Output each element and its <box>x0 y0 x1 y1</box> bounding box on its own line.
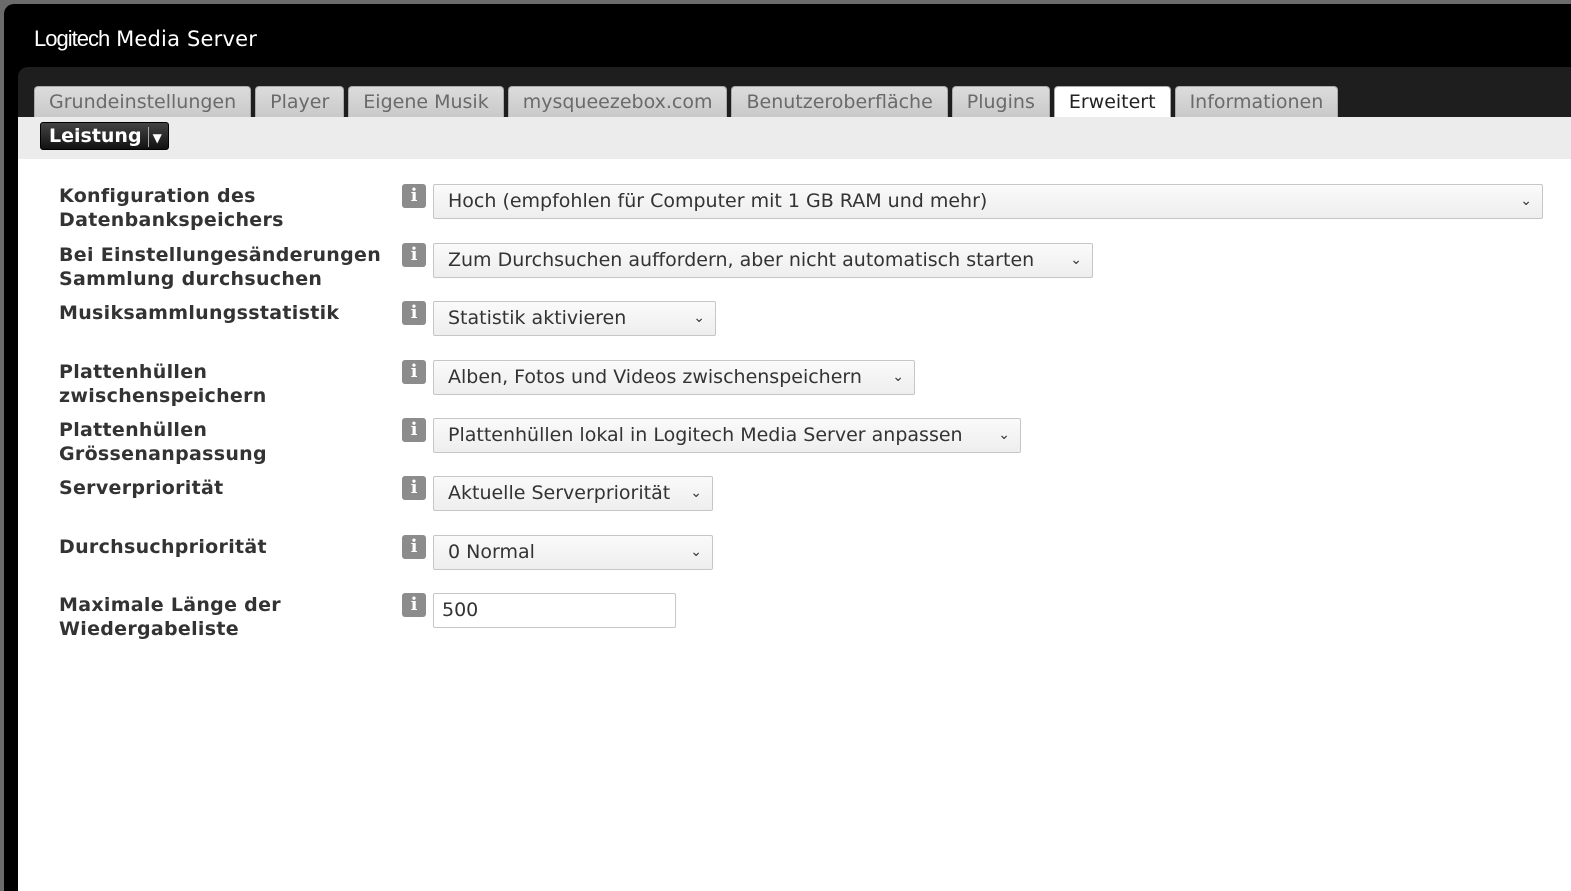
label-line: Maximale Länge der <box>59 594 281 616</box>
rescan-select[interactable]: Zum Durchsuchen auffordern, aber nicht a… <box>433 243 1093 278</box>
logitech-logo: Logitech <box>34 26 110 51</box>
setting-label: Serverpriorität <box>59 476 399 500</box>
tab-eigene-musik[interactable]: Eigene Musik <box>348 86 504 117</box>
server-priority-select[interactable]: Aktuelle Serverpriorität ⌄ <box>433 476 713 511</box>
artwork-resize-select[interactable]: Plattenhüllen lokal in Logitech Media Se… <box>433 418 1021 453</box>
chevron-down-icon: ⌄ <box>693 310 705 326</box>
select-value: Alben, Fotos und Videos zwischenspeicher… <box>448 366 862 388</box>
select-value: Hoch (empfohlen für Computer mit 1 GB RA… <box>448 190 988 212</box>
setting-label: Bei Einstellungesänderungen Sammlung dur… <box>59 243 399 291</box>
label-line: Plattenhüllen <box>59 361 208 383</box>
label-line: Serverpriorität <box>59 477 224 499</box>
tab-player[interactable]: Player <box>255 86 345 117</box>
label-line: Konfiguration des <box>59 185 256 207</box>
subpage-dropdown-button[interactable]: Leistung ▼ <box>40 122 169 150</box>
chevron-down-icon: ⌄ <box>998 427 1010 443</box>
info-icon[interactable]: i <box>402 476 426 500</box>
label-line: zwischenspeichern <box>59 385 267 407</box>
setting-label: Plattenhüllen Grössenanpassung <box>59 418 399 466</box>
select-value: Zum Durchsuchen auffordern, aber nicht a… <box>448 249 1035 271</box>
setting-label: Maximale Länge der Wiedergabeliste <box>59 593 399 641</box>
select-value: 0 Normal <box>448 541 535 563</box>
window-frame: Logitech Media Server Grundeinstellungen… <box>4 4 1571 891</box>
info-icon[interactable]: i <box>402 360 426 384</box>
info-icon[interactable]: i <box>402 418 426 442</box>
label-line: Durchsuchpriorität <box>59 536 267 558</box>
statistics-select[interactable]: Statistik aktivieren ⌄ <box>433 301 716 336</box>
app-title: Logitech Media Server <box>34 26 257 52</box>
label-line: Plattenhüllen <box>59 419 208 441</box>
label-line: Wiedergabeliste <box>59 618 239 640</box>
info-icon[interactable]: i <box>402 301 426 325</box>
chevron-down-icon: ⌄ <box>1070 252 1082 268</box>
info-icon[interactable]: i <box>402 593 426 617</box>
info-icon[interactable]: i <box>402 243 426 267</box>
chevron-down-icon: ⌄ <box>892 369 904 385</box>
setting-label: Konfiguration des Datenbankspeichers <box>59 184 399 232</box>
tab-bar: Grundeinstellungen Player Eigene Musik m… <box>34 86 1339 117</box>
chevron-down-icon: ⌄ <box>690 485 702 501</box>
scan-priority-select[interactable]: 0 Normal ⌄ <box>433 535 713 570</box>
info-icon[interactable]: i <box>402 535 426 559</box>
label-line: Sammlung durchsuchen <box>59 268 323 290</box>
subpage-bar: Leistung ▼ <box>18 117 1571 159</box>
tab-mysqueezebox[interactable]: mysqueezebox.com <box>507 86 728 117</box>
label-line: Bei Einstellungesänderungen <box>59 244 382 266</box>
chevron-down-icon: ⌄ <box>1520 193 1532 209</box>
button-divider <box>147 127 149 147</box>
chevron-down-icon: ⌄ <box>690 544 702 560</box>
tab-informationen[interactable]: Informationen <box>1174 86 1339 117</box>
triangle-down-icon: ▼ <box>152 131 162 145</box>
app-title-text: Media Server <box>116 27 258 51</box>
tab-benutzeroberflaeche[interactable]: Benutzeroberfläche <box>731 86 948 117</box>
artwork-cache-select[interactable]: Alben, Fotos und Videos zwischenspeicher… <box>433 360 915 395</box>
select-value: Plattenhüllen lokal in Logitech Media Se… <box>448 424 963 446</box>
select-value: Statistik aktivieren <box>448 307 627 329</box>
settings-form: Konfiguration des Datenbankspeichers i H… <box>18 159 1571 891</box>
setting-label: Plattenhüllen zwischenspeichern <box>59 360 399 408</box>
tab-grundeinstellungen[interactable]: Grundeinstellungen <box>34 86 252 117</box>
tab-plugins[interactable]: Plugins <box>951 86 1050 117</box>
label-line: Musiksammlungsstatistik <box>59 302 340 324</box>
setting-label: Musiksammlungsstatistik <box>59 301 399 325</box>
label-line: Datenbankspeichers <box>59 209 284 231</box>
subpage-label: Leistung <box>49 125 142 147</box>
label-line: Grössenanpassung <box>59 443 267 465</box>
playlist-length-input[interactable]: 500 <box>433 593 676 628</box>
info-icon[interactable]: i <box>402 184 426 208</box>
setting-label: Durchsuchpriorität <box>59 535 399 559</box>
db-memory-select[interactable]: Hoch (empfohlen für Computer mit 1 GB RA… <box>433 184 1543 219</box>
settings-panel: Grundeinstellungen Player Eigene Musik m… <box>18 67 1571 891</box>
tab-erweitert[interactable]: Erweitert <box>1053 86 1171 117</box>
select-value: Aktuelle Serverpriorität <box>448 482 671 504</box>
